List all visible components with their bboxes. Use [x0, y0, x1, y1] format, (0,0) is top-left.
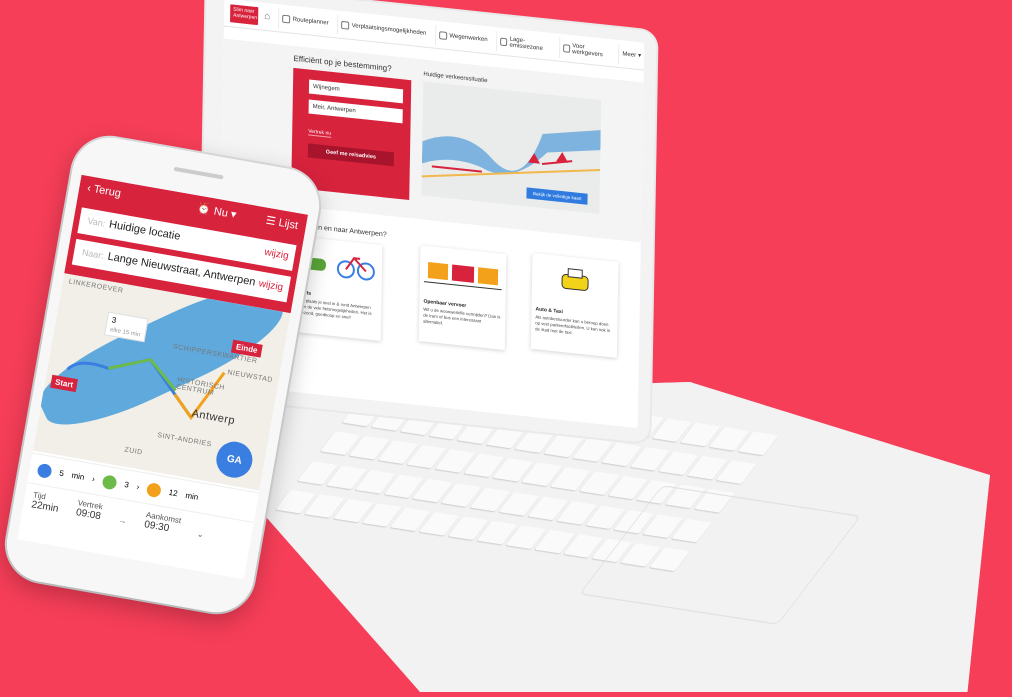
nav-label: Verplaatsingsmogelijkheden	[351, 22, 427, 37]
nav-wegenwerken[interactable]: Wegenwerken	[435, 24, 491, 51]
change-from-link[interactable]: wijzig	[263, 247, 289, 262]
advice-button[interactable]: Geef me reisadvies	[307, 143, 395, 167]
nav-meer[interactable]: Meer ▾	[618, 43, 645, 67]
site-logo[interactable]: Slim naar Antwerpen	[230, 3, 259, 25]
leg-value: 5	[58, 468, 65, 479]
card-auto[interactable]: Auto & Taxi Als autobestuurder kan u ber…	[530, 252, 619, 358]
chevron-right-icon: ›	[135, 482, 141, 492]
nav-werkgevers[interactable]: Voor werkgevers	[559, 37, 613, 63]
nav-label: Routeplanner	[292, 16, 329, 27]
tram-icon	[423, 262, 502, 291]
wait-count: 3	[111, 315, 117, 325]
arrival: Aankomst 09:30	[143, 510, 182, 536]
chevron-down-icon[interactable]: ⌄	[196, 520, 206, 541]
tram-icon	[101, 473, 118, 490]
chevron-right-icon: ›	[91, 474, 96, 484]
change-to-link[interactable]: wijzig	[258, 278, 284, 293]
from-value: Huidige locatie	[108, 218, 182, 243]
nav-label: Voor werkgevers	[572, 42, 603, 58]
traffic-map[interactable]: Bekijk de volledige kaart	[421, 81, 602, 214]
back-button[interactable]: ‹ Terug	[86, 182, 122, 200]
time-select-label: Nu	[212, 205, 229, 220]
duration: Tijd 22min	[31, 490, 61, 514]
depart-select[interactable]: Vertrek nu	[308, 128, 332, 138]
list-button[interactable]: ☰ Lijst	[265, 214, 299, 232]
transport-icon	[341, 20, 350, 30]
list-label: Lijst	[277, 216, 299, 233]
leg-unit: min	[184, 490, 199, 502]
nav-verplaatsing[interactable]: Verplaatsingsmogelijkheden	[337, 14, 430, 44]
car-icon	[561, 268, 589, 291]
phone-speaker	[173, 166, 224, 180]
nav-label: Meer	[622, 50, 637, 59]
to-field[interactable]: Meir, Antwerpen	[308, 99, 403, 124]
home-icon[interactable]: ⌂	[264, 10, 273, 22]
bike-icon	[145, 481, 163, 498]
nav-label: Lage-emissiezone	[509, 36, 543, 52]
nav-label: Wegenwerken	[449, 32, 488, 43]
nav-routeplanner[interactable]: Routeplanner	[278, 7, 332, 34]
phone-screen: ‹ Terug ⏰ Nu ▾ ☰ Lijst Van: Huidige locat…	[17, 174, 309, 580]
pin-icon	[282, 14, 291, 24]
chevron-down-icon: ▾	[638, 53, 642, 60]
leg-value: 12	[168, 487, 179, 499]
from-field[interactable]: Wijnegem	[308, 79, 404, 104]
roadworks-icon	[439, 30, 448, 40]
card-ov[interactable]: Openbaar vervoer Wil u de woonwerkfile v…	[418, 245, 507, 351]
time-select[interactable]: ⏰ Nu ▾	[196, 202, 237, 222]
walk-icon	[36, 462, 53, 479]
leg-value: 3	[123, 480, 130, 490]
back-label: Terug	[92, 183, 122, 200]
leg-unit: min	[70, 470, 86, 482]
arrow-right-icon: →	[117, 515, 128, 526]
departure: Vertrek 09:08	[75, 498, 103, 522]
from-prefix: Van:	[86, 215, 107, 229]
building-icon	[563, 43, 571, 53]
emission-icon	[500, 37, 508, 46]
to-prefix: Naar:	[81, 247, 105, 261]
nav-lez[interactable]: Lage-emissiezone	[496, 30, 554, 57]
wait-frequency: elke 15 min	[109, 327, 141, 339]
